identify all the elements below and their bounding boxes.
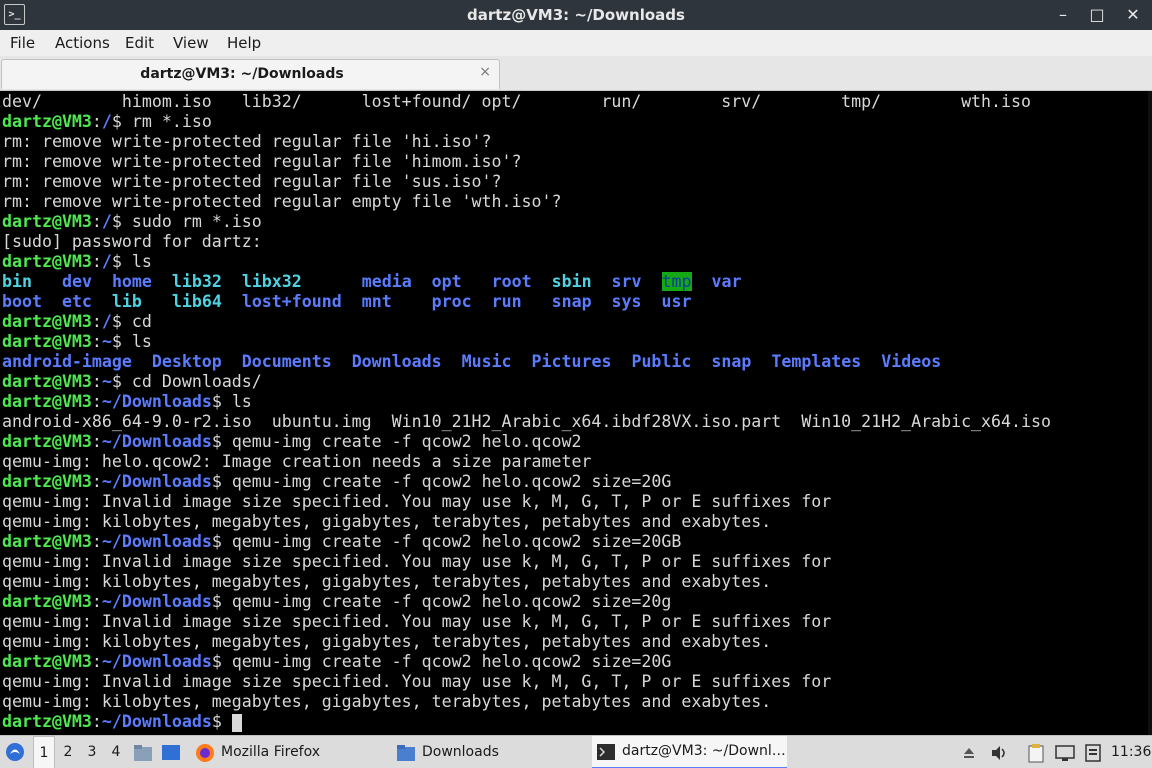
workspace-4[interactable]: 4 bbox=[105, 736, 127, 768]
terminal-line: qemu-img: Invalid image size specified. … bbox=[2, 552, 832, 571]
prompt-path: ~/Downloads bbox=[101, 392, 212, 411]
terminal-line: [sudo] password for dartz: bbox=[2, 232, 262, 251]
firefox-icon bbox=[196, 743, 214, 762]
tab-close-icon[interactable]: × bbox=[479, 64, 491, 80]
prompt-path: ~/Downloads bbox=[101, 432, 212, 451]
prompt-user: dartz@VM3 bbox=[2, 332, 92, 351]
workspace-1[interactable]: 1 bbox=[33, 736, 55, 768]
maximize-button[interactable]: □ bbox=[1086, 4, 1108, 26]
prompt-user: dartz@VM3 bbox=[2, 652, 92, 671]
minimize-button[interactable]: – bbox=[1052, 4, 1074, 26]
terminal-line: dev/ himom.iso lib32/ lost+found/ opt/ r… bbox=[2, 92, 1031, 111]
terminal-line: rm: remove write-protected regular file … bbox=[2, 152, 522, 171]
terminal-line: dartz@VM3:~$ cd Downloads/ bbox=[2, 372, 262, 391]
window-title: dartz@VM3: ~/Downloads bbox=[467, 6, 685, 24]
ls-root-row-2: boot etc lib lib64 lost+found mnt proc r… bbox=[2, 292, 692, 311]
terminal-line: qemu-img: kilobytes, megabytes, gigabyte… bbox=[2, 692, 772, 711]
ls-home-row: android-image Desktop Documents Download… bbox=[2, 352, 942, 371]
folder-icon bbox=[397, 744, 415, 761]
prompt-path: ~ bbox=[101, 332, 112, 351]
task-terminal[interactable]: dartz@VM3: ~/Downl… bbox=[592, 736, 787, 768]
prompt-path: ~ bbox=[101, 372, 112, 391]
prompt-user: dartz@VM3 bbox=[2, 472, 92, 491]
terminal-line: dartz@VM3:~/Downloads$ ls bbox=[2, 392, 252, 411]
network-icon[interactable] bbox=[1055, 736, 1077, 768]
notifications-icon[interactable] bbox=[1085, 736, 1105, 768]
prompt-path: ~/Downloads bbox=[101, 652, 212, 671]
terminal-line: qemu-img: kilobytes, megabytes, gigabyte… bbox=[2, 572, 772, 591]
prompt-path: / bbox=[101, 252, 112, 271]
terminal-line: dartz@VM3:/$ ls bbox=[2, 252, 152, 271]
menu-actions[interactable]: Actions bbox=[55, 30, 110, 56]
terminal-line: qemu-img: helo.qcow2: Image creation nee… bbox=[2, 452, 592, 471]
prompt-user: dartz@VM3 bbox=[2, 372, 92, 391]
terminal-line: qemu-img: Invalid image size specified. … bbox=[2, 612, 832, 631]
prompt-user: dartz@VM3 bbox=[2, 432, 92, 451]
volume-icon[interactable] bbox=[990, 736, 1010, 768]
terminal-line: qemu-img: kilobytes, megabytes, gigabyte… bbox=[2, 512, 772, 531]
prompt-user: dartz@VM3 bbox=[2, 252, 92, 271]
start-menu-icon[interactable] bbox=[4, 736, 28, 768]
terminal-line: android-x86_64-9.0-r2.iso ubuntu.img Win… bbox=[2, 412, 1051, 431]
close-window-button[interactable]: ✕ bbox=[1122, 4, 1144, 26]
prompt-user: dartz@VM3 bbox=[2, 712, 92, 731]
terminal-line: qemu-img: kilobytes, megabytes, gigabyte… bbox=[2, 632, 772, 651]
menu-edit[interactable]: Edit bbox=[125, 30, 154, 56]
terminal-line: dartz@VM3:~/Downloads$ qemu-img create -… bbox=[2, 472, 672, 491]
prompt-path: / bbox=[101, 212, 112, 231]
terminal-line: qemu-img: Invalid image size specified. … bbox=[2, 672, 832, 691]
workspace-3[interactable]: 3 bbox=[81, 736, 103, 768]
prompt-path: ~/Downloads bbox=[101, 592, 212, 611]
prompt-user: dartz@VM3 bbox=[2, 112, 92, 131]
text-cursor bbox=[231, 713, 242, 732]
task-downloads[interactable]: Downloads bbox=[392, 736, 587, 768]
prompt-user: dartz@VM3 bbox=[2, 532, 92, 551]
terminal-line: dartz@VM3:~/Downloads$ qemu-img create -… bbox=[2, 652, 672, 671]
terminal-prompt-line[interactable]: dartz@VM3:~/Downloads$ bbox=[2, 712, 242, 732]
menu-view[interactable]: View bbox=[173, 30, 209, 56]
terminal-icon bbox=[597, 743, 615, 760]
prompt-path: ~/Downloads bbox=[101, 532, 212, 551]
terminal-line: dartz@VM3:/$ sudo rm *.iso bbox=[2, 212, 262, 231]
prompt-user: dartz@VM3 bbox=[2, 312, 92, 331]
tray-up-arrow-icon[interactable] bbox=[962, 736, 980, 768]
prompt-path: ~/Downloads bbox=[101, 472, 212, 491]
prompt-user: dartz@VM3 bbox=[2, 592, 92, 611]
prompt-user: dartz@VM3 bbox=[2, 212, 92, 231]
terminal-scrollbar[interactable] bbox=[1148, 91, 1152, 735]
clock[interactable]: 11:36 bbox=[1111, 736, 1151, 768]
file-manager-launcher-icon[interactable] bbox=[133, 736, 155, 768]
terminal-line: dartz@VM3:~$ ls bbox=[2, 332, 152, 351]
clipboard-icon[interactable] bbox=[1028, 736, 1048, 768]
task-firefox[interactable]: Mozilla Firefox bbox=[191, 736, 386, 768]
menu-file[interactable]: File bbox=[10, 30, 35, 56]
prompt-user: dartz@VM3 bbox=[2, 392, 92, 411]
terminal-line: rm: remove write-protected regular empty… bbox=[2, 192, 562, 211]
workspace-2[interactable]: 2 bbox=[57, 736, 79, 768]
terminal-line: dartz@VM3:~/Downloads$ qemu-img create -… bbox=[2, 532, 682, 551]
taskbar: 1 2 3 4 Mozilla Firefox Downloads dartz@… bbox=[0, 735, 1152, 768]
tmp-directory: tmp bbox=[661, 272, 692, 291]
prompt-path: / bbox=[101, 112, 112, 131]
menu-help[interactable]: Help bbox=[227, 30, 261, 56]
prompt-path: ~/Downloads bbox=[101, 712, 212, 731]
terminal-line: rm: remove write-protected regular file … bbox=[2, 132, 492, 151]
menu-bar: File Actions Edit View Help bbox=[0, 30, 1152, 56]
prompt-path: / bbox=[101, 312, 112, 331]
terminal-line: rm: remove write-protected regular file … bbox=[2, 172, 502, 191]
terminal-line: dartz@VM3:~/Downloads$ qemu-img create -… bbox=[2, 432, 582, 451]
terminal-output[interactable]: dev/ himom.iso lib32/ lost+found/ opt/ r… bbox=[0, 91, 1152, 735]
window-titlebar: >_ dartz@VM3: ~/Downloads – □ ✕ bbox=[0, 0, 1152, 30]
terminal-line: dartz@VM3:~/Downloads$ qemu-img create -… bbox=[2, 592, 672, 611]
tab-bar: dartz@VM3: ~/Downloads × bbox=[0, 56, 1152, 91]
terminal-line: dartz@VM3:/$ cd bbox=[2, 312, 152, 331]
terminal-line: qemu-img: Invalid image size specified. … bbox=[2, 492, 832, 511]
show-desktop-icon[interactable] bbox=[161, 736, 185, 768]
tab-terminal[interactable]: dartz@VM3: ~/Downloads × bbox=[1, 59, 500, 89]
terminal-line: dartz@VM3:/$ rm *.iso bbox=[2, 112, 212, 131]
tab-label: dartz@VM3: ~/Downloads bbox=[140, 66, 344, 82]
ls-root-row-1: bin dev home lib32 libx32 media opt root… bbox=[2, 272, 742, 291]
